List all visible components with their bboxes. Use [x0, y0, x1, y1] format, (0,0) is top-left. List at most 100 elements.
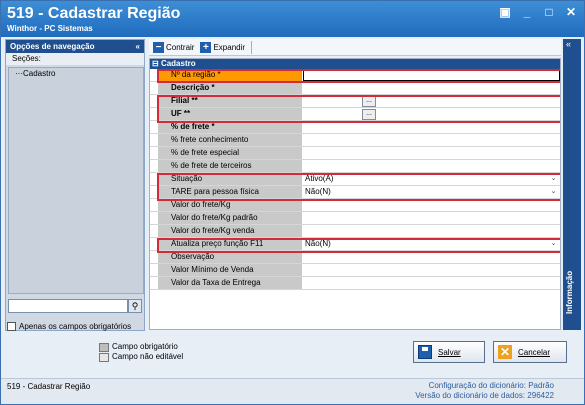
field-label: Valor Mínimo de Venda [158, 264, 302, 276]
collapse-label: Contrair [166, 42, 195, 52]
expand-button[interactable]: + Expandir [200, 41, 245, 53]
row-frete-conhecimento: % frete conhecimento [150, 134, 560, 147]
save-icon [418, 345, 432, 359]
row-atualiza-preco: Atualiza preço função F11 Não(N) ⌄ [150, 238, 560, 251]
cancel-icon: ✕ [498, 345, 512, 359]
frete-kg-input[interactable] [303, 199, 560, 211]
sections-tree: ···Cadastro [8, 67, 144, 294]
legend-not-editable-label: Campo não editável [112, 352, 184, 361]
row-observacao: Observação [150, 251, 560, 264]
dict-version-value: 296422 [527, 391, 554, 400]
observacao-input[interactable] [303, 251, 560, 263]
save-button[interactable]: Salvar [413, 341, 485, 363]
chevron-down-icon[interactable]: ⌄ [549, 174, 558, 183]
frete-kg-venda-input[interactable] [303, 225, 560, 237]
legend-not-editable: Campo não editável [99, 352, 183, 362]
property-grid: ⊟ Cadastro Nº da região * Descrição * Fi… [149, 58, 561, 330]
legend: Campo obrigatório Campo não editável [99, 342, 183, 362]
filial-lookup-button[interactable]: ... [362, 96, 376, 107]
row-frete-especial: % de frete especial [150, 147, 560, 160]
situacao-select[interactable]: Ativo(A) ⌄ [303, 173, 560, 185]
atualiza-preco-value: Não(N) [305, 239, 331, 248]
minus-icon: − [153, 41, 164, 53]
field-label: TARE para pessoa física [158, 186, 302, 198]
row-valor-minimo: Valor Mínimo de Venda [150, 264, 560, 277]
dict-config-label: Configuração do dicionário: [428, 381, 526, 390]
only-required-option[interactable]: Apenas os campos obrigatórios [7, 322, 131, 331]
field-label: Nº da região * [158, 69, 302, 81]
filial-input[interactable]: ... [303, 95, 560, 107]
not-editable-swatch [99, 352, 109, 362]
tree-item-cadastro[interactable]: ···Cadastro [9, 68, 143, 80]
only-required-checkbox[interactable] [7, 322, 16, 331]
dict-config-value: Padrão [528, 381, 554, 390]
info-side-tab[interactable]: « Informação [563, 39, 581, 330]
navigation-panel: Opções de navegação « Seções: ···Cadastr… [5, 39, 145, 331]
legend-required-label: Campo obrigatório [112, 342, 178, 351]
valor-minimo-input[interactable] [303, 264, 560, 276]
maximize-icon[interactable]: □ [542, 5, 556, 19]
field-label: % de frete * [158, 121, 302, 133]
field-label: % de frete especial [158, 147, 302, 159]
frete-kg-padrao-input[interactable] [303, 212, 560, 224]
window-subtitle: Winthor - PC Sistemas [7, 24, 93, 33]
window-title: 519 - Cadastrar Região [7, 5, 181, 22]
atualiza-preco-select[interactable]: Não(N) ⌄ [303, 238, 560, 250]
uf-lookup-button[interactable]: ... [362, 109, 376, 120]
category-header[interactable]: ⊟ Cadastro [150, 59, 560, 69]
row-taxa-entrega: Valor da Taxa de Entrega [150, 277, 560, 290]
field-label: UF ** [158, 108, 302, 120]
situacao-value: Ativo(A) [305, 174, 334, 183]
frete-input[interactable] [303, 121, 560, 133]
field-label: Valor da Taxa de Entrega [158, 277, 302, 289]
frete-terceiros-input[interactable] [303, 160, 560, 172]
minimize-icon[interactable]: _ [520, 5, 534, 19]
row-tare: TARE para pessoa física Não(N) ⌄ [150, 186, 560, 199]
row-descricao: Descrição * [150, 82, 560, 95]
collapse-info-icon[interactable]: « [566, 39, 571, 49]
status-bar: 519 - Cadastrar Região Configuração do d… [1, 378, 584, 404]
cancel-label: Cancelar [518, 347, 551, 357]
dict-version-label: Versão do dicionário de dados: [415, 391, 526, 400]
frete-conhecimento-input[interactable] [303, 134, 560, 146]
search-icon[interactable]: ⚲ [128, 299, 142, 313]
save-label: Salvar [438, 347, 461, 357]
window-controls: ▣ _ □ ✕ [498, 5, 578, 19]
row-frete-terceiros: % de frete de terceiros [150, 160, 560, 173]
field-label: % frete conhecimento [158, 134, 302, 146]
cancel-button[interactable]: ✕ Cancelar [493, 341, 567, 363]
toolbar-divider [251, 40, 253, 54]
info-side-tab-label: Informação [565, 270, 574, 314]
plus-icon: + [200, 41, 212, 53]
numero-regiao-input[interactable] [303, 69, 560, 81]
field-label: Descrição * [158, 82, 302, 94]
search-input[interactable] [8, 299, 128, 313]
frete-especial-input[interactable] [303, 147, 560, 159]
tare-select[interactable]: Não(N) ⌄ [303, 186, 560, 198]
field-label: Valor do frete/Kg venda [158, 225, 302, 237]
field-label: Atualiza preço função F11 [158, 238, 302, 250]
row-situacao: Situação Ativo(A) ⌄ [150, 173, 560, 186]
collapse-button[interactable]: − Contrair [153, 41, 195, 53]
uf-input[interactable]: ... [303, 108, 560, 120]
row-frete: % de frete * [150, 121, 560, 134]
restore-icon[interactable]: ▣ [498, 5, 512, 19]
collapse-panel-icon[interactable]: « [136, 40, 140, 53]
field-label: Valor do frete/Kg padrão [158, 212, 302, 224]
close-icon[interactable]: ✕ [564, 5, 578, 19]
required-swatch [99, 342, 109, 352]
chevron-down-icon[interactable]: ⌄ [549, 187, 558, 196]
field-label: Observação [158, 251, 302, 263]
tree-item-label: Cadastro [23, 69, 56, 78]
navigation-header: Opções de navegação « [6, 40, 144, 53]
taxa-entrega-input[interactable] [303, 277, 560, 289]
descricao-input[interactable] [303, 82, 560, 94]
chevron-down-icon[interactable]: ⌄ [549, 239, 558, 248]
row-uf: UF ** ... [150, 108, 560, 121]
navigation-title: Opções de navegação [10, 42, 95, 51]
status-left: 519 - Cadastrar Região [7, 382, 91, 391]
title-bar: 519 - Cadastrar Região Winthor - PC Sist… [1, 1, 584, 37]
field-label: % de frete de terceiros [158, 160, 302, 172]
field-label: Filial ** [158, 95, 302, 107]
tare-value: Não(N) [305, 187, 331, 196]
